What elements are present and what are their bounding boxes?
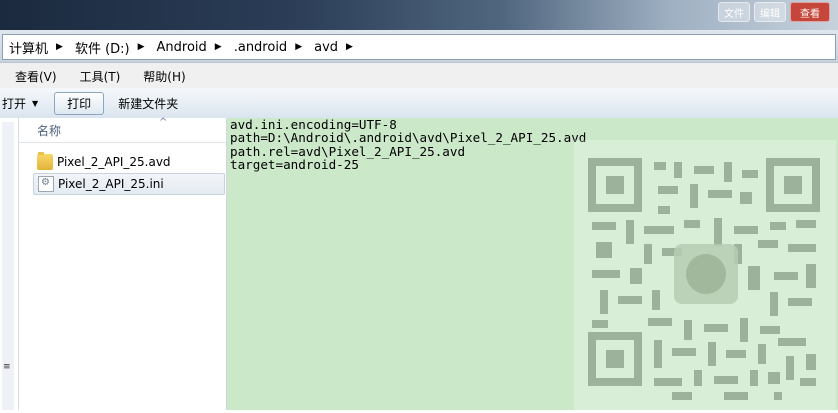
breadcrumb-label: Android [156,39,207,55]
print-button[interactable]: 打印 [54,91,105,115]
breadcrumb: 计算机 ▶ 软件 (D:) ▶ Android ▶ .android ▶ avd… [2,34,836,60]
file-name: Pixel_2_API_25.ini [58,177,164,191]
settings-file-icon [38,176,54,192]
chevron-down-icon[interactable]: ▼ [32,99,38,108]
title-button-file-label: 文件 [724,8,744,20]
preview-line: target=android-25 [230,156,359,172]
command-toolbar: 打开 ▼ 打印 新建文件夹 [0,88,838,119]
window-controls: 文件 编辑 查看 [718,2,830,22]
breadcrumb-item-android[interactable]: Android ▶ [151,40,228,55]
title-button-edit[interactable]: 编辑 [754,2,786,22]
chevron-right-icon[interactable]: ▶ [215,42,222,52]
menu-item-help[interactable]: 帮助(H) [128,68,193,85]
title-button-view-label: 查看 [800,8,820,20]
menu-item-tools[interactable]: 工具(T) [65,68,129,85]
chevron-right-icon[interactable]: ▶ [295,42,302,52]
chevron-right-icon[interactable]: ▶ [346,42,353,52]
breadcrumb-label: avd [314,39,339,55]
preview-pane: avd.ini.encoding=UTF-8 path=D:\Android\.… [227,118,838,410]
column-header-name[interactable]: 名称 ^ [19,117,226,143]
column-header-label: 名称 [37,123,62,138]
breadcrumb-item-drive[interactable]: 软件 (D:) ▶ [69,38,151,57]
file-row-avd-folder[interactable]: Pixel_2_API_25.avd [33,152,223,172]
file-list: 名称 ^ Pixel_2_API_25.avd Pixel_2_API_25.i… [19,117,227,410]
chevron-right-icon[interactable]: ▶ [56,42,63,52]
breadcrumb-item-avd[interactable]: avd ▶ [308,40,359,55]
qr-code-image [588,158,820,400]
chevron-right-icon[interactable]: ▶ [138,42,145,52]
open-button-label: 打开 [2,96,27,111]
file-row-ini-file[interactable]: Pixel_2_API_25.ini [33,173,225,195]
title-button-edit-label: 编辑 [760,8,780,20]
scroll-arrow-icon[interactable]: ≡ [3,362,13,372]
preview-text: avd.ini.encoding=UTF-8 path=D:\Android\.… [230,118,586,171]
open-button[interactable]: 打开 ▼ [0,95,44,112]
new-folder-button-label: 新建文件夹 [118,96,179,111]
sort-ascending-icon: ^ [159,117,168,128]
navigation-scrollbar[interactable]: ≡ [2,122,14,410]
file-name: Pixel_2_API_25.avd [57,155,171,169]
qr-code-watermark [574,140,836,410]
menu-item-view[interactable]: 查看(V) [0,68,65,85]
breadcrumb-label: 计算机 [9,41,49,57]
title-button-file[interactable]: 文件 [718,2,750,22]
window-title-bar: 文件 编辑 查看 [0,0,838,30]
menu-bar: 查看(V) 工具(T) 帮助(H) [0,62,838,89]
breadcrumb-item-dot-android[interactable]: .android ▶ [228,40,308,55]
breadcrumb-item-computer[interactable]: 计算机 ▶ [3,38,69,57]
folder-icon [37,152,53,170]
breadcrumb-label: 软件 (D:) [74,41,130,57]
new-folder-button[interactable]: 新建文件夹 [112,95,184,112]
address-bar: 计算机 ▶ 软件 (D:) ▶ Android ▶ .android ▶ avd… [0,30,838,62]
print-button-label: 打印 [67,96,92,111]
title-button-view[interactable]: 查看 [790,2,830,22]
breadcrumb-label: .android [233,39,288,55]
